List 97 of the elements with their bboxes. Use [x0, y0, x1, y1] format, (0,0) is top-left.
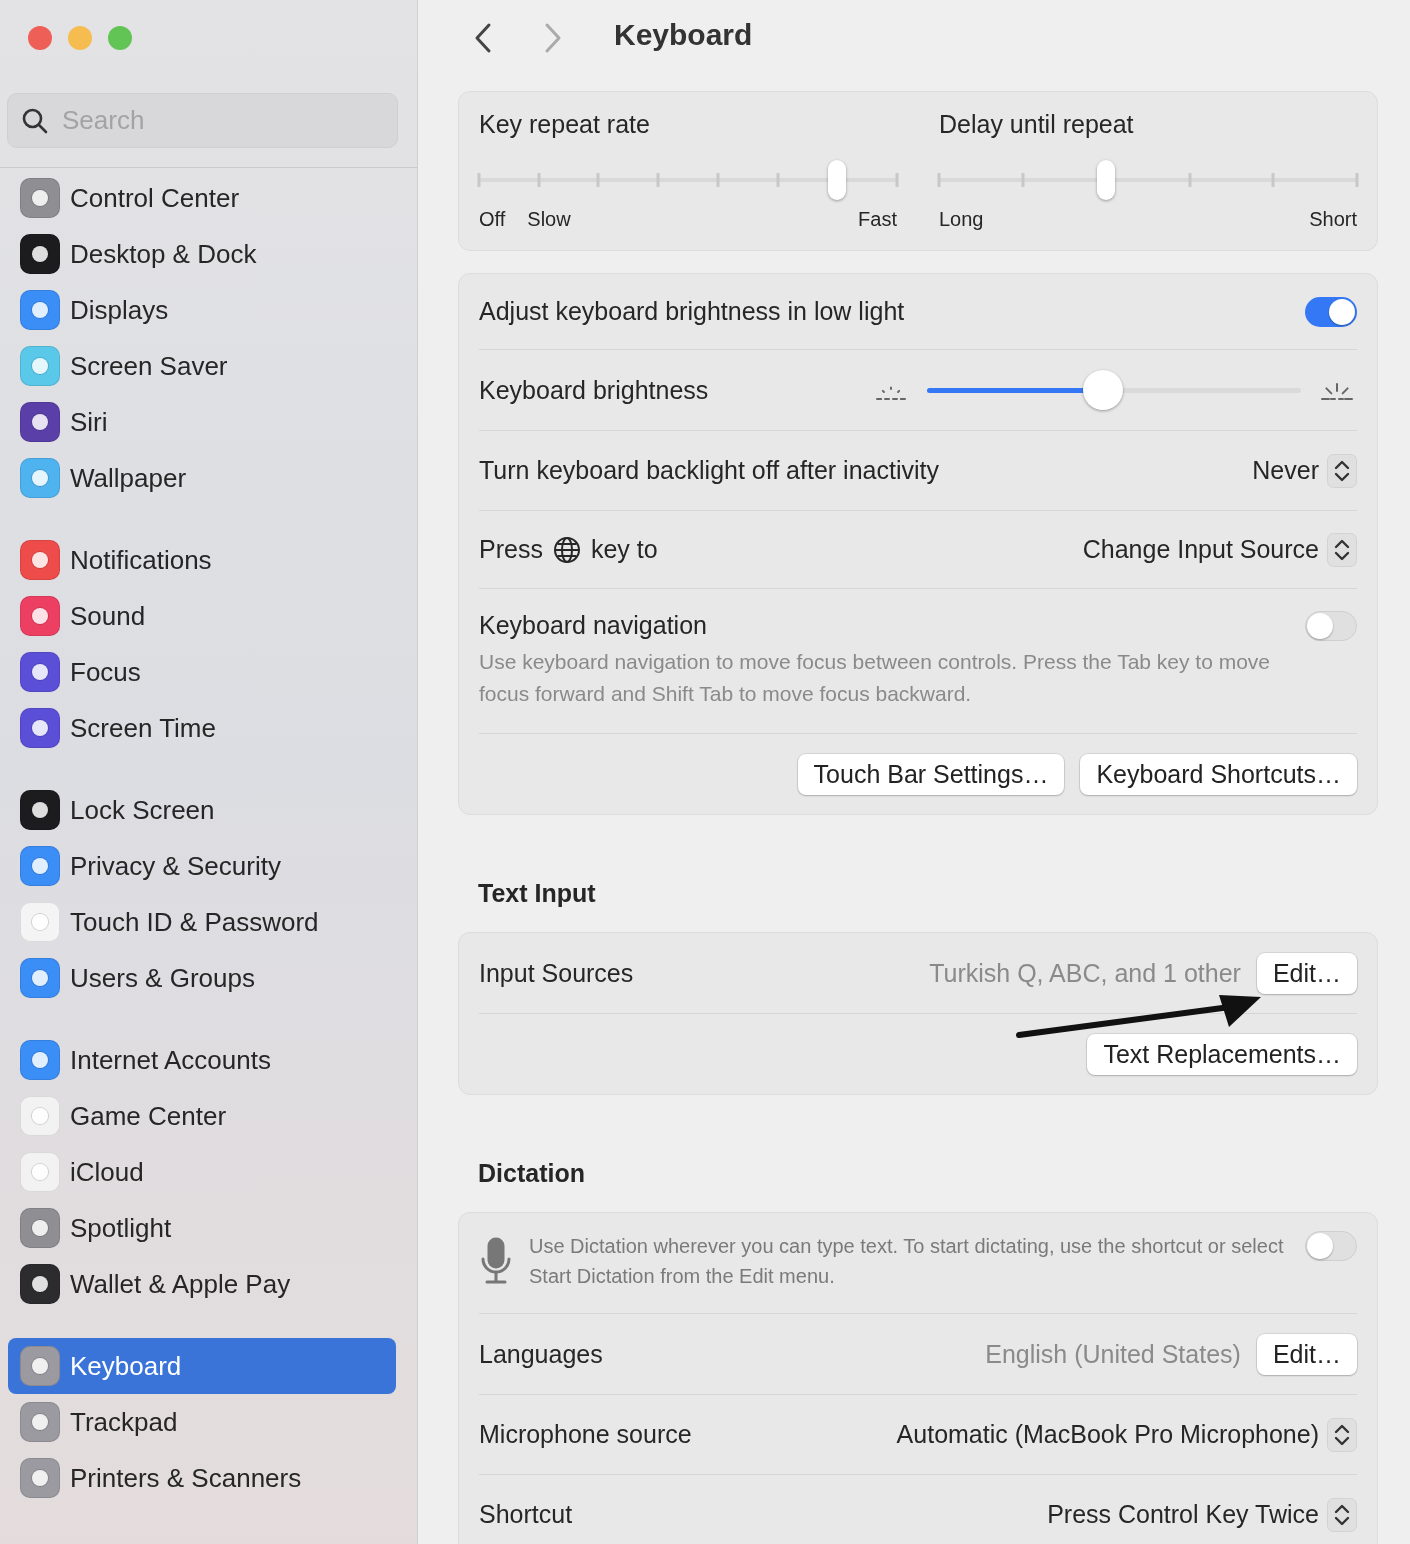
sidebar-item[interactable]: Printers & Scanners	[8, 1450, 396, 1506]
sidebar-label: Lock Screen	[70, 794, 215, 826]
sidebar-item[interactable]: Control Center	[8, 170, 396, 226]
sidebar-label: Users & Groups	[70, 962, 255, 994]
sidebar-label: Screen Saver	[70, 350, 228, 382]
action-button[interactable]: Touch Bar Settings…	[797, 753, 1065, 795]
tick-label: Long	[939, 208, 984, 231]
sidebar-label: Screen Time	[70, 712, 216, 744]
sidebar-label: Game Center	[70, 1100, 227, 1132]
sidebar-item[interactable]: Focus	[8, 644, 396, 700]
sidebar-item[interactable]: Siri	[8, 394, 396, 450]
slider-label: Key repeat rate	[479, 110, 651, 140]
sidebar-label: Notifications	[70, 544, 212, 576]
stepper-icon	[1327, 1497, 1357, 1532]
toggle-switch[interactable]	[1305, 296, 1357, 327]
sidebar-label: Sound	[70, 600, 146, 632]
close-button[interactable]	[28, 26, 52, 50]
sidebar-label: Displays	[70, 294, 169, 326]
setting-label: Turn keyboard backlight off after inactivity	[479, 456, 940, 485]
sidebar-label: Spotlight	[70, 1212, 172, 1244]
sidebar-item[interactable]: Game Center	[8, 1088, 396, 1144]
window-title: Keyboard	[614, 18, 753, 52]
setting-label: Press	[479, 535, 543, 564]
sidebar-label: Desktop & Dock	[70, 238, 257, 270]
chevron-right-icon	[543, 22, 563, 54]
minimize-button[interactable]	[68, 26, 92, 50]
sidebar-label: Siri	[70, 406, 108, 438]
section-heading: Dictation	[478, 1159, 585, 1188]
action-button[interactable]: Keyboard Shortcuts…	[1080, 753, 1357, 795]
setting-label: Keyboard navigation	[479, 611, 708, 640]
slider-thumb[interactable]	[1097, 160, 1116, 200]
setting-label: Input Sources	[479, 958, 635, 988]
slider-label: Delay until repeat	[939, 110, 1135, 140]
sidebar-label: Control Center	[70, 182, 240, 214]
sidebar-item[interactable]: Touch ID & Password	[8, 894, 396, 950]
setting-value: English (United States)	[985, 1339, 1241, 1369]
setting-value: Turkish Q, ABC, and 1 other	[929, 958, 1241, 988]
sidebar-item[interactable]: Screen Time	[8, 700, 396, 756]
sidebar-item[interactable]: Users & Groups	[8, 950, 396, 1006]
microphone-icon	[479, 1237, 513, 1285]
sidebar-item[interactable]: iCloud	[8, 1144, 396, 1200]
setting-label: Languages	[479, 1339, 604, 1369]
sidebar-item[interactable]: Desktop & Dock	[8, 226, 396, 282]
sidebar-item[interactable]: Wallpaper	[8, 450, 396, 506]
edit-button[interactable]: Edit…	[1256, 952, 1357, 994]
sidebar-item[interactable]: Spotlight	[8, 1200, 396, 1256]
sidebar-item[interactable]: Screen Saver	[8, 338, 396, 394]
setting-label: Keyboard brightness	[479, 375, 710, 405]
slider-track[interactable]	[939, 160, 1357, 200]
popup-menu[interactable]: Automatic (MacBook Pro Microphone)	[896, 1417, 1357, 1452]
section-heading: Text Input	[478, 879, 596, 908]
tick-label: Off	[479, 208, 506, 231]
toggle-switch[interactable]	[1305, 1231, 1357, 1261]
setting-label: key to	[590, 535, 659, 564]
sidebar-label: Printers & Scanners	[70, 1462, 302, 1494]
sidebar-item[interactable]: Privacy & Security	[8, 838, 396, 894]
slider-track[interactable]	[479, 160, 897, 200]
setting-label: Adjust keyboard brightness in low light	[479, 297, 906, 326]
sidebar-label: Trackpad	[70, 1406, 178, 1438]
popup-menu[interactable]: Change Input Source	[1082, 532, 1357, 567]
stepper-icon	[1327, 532, 1357, 567]
setting-label: Shortcut	[479, 1500, 574, 1529]
sidebar-item[interactable]: Keyboard	[8, 1338, 396, 1394]
toggle-switch[interactable]	[1305, 611, 1357, 641]
tick-label: Slow	[527, 208, 571, 231]
popup-menu[interactable]: Never	[1252, 453, 1357, 488]
search-icon	[22, 107, 48, 134]
sidebar-label: Internet Accounts	[70, 1044, 271, 1076]
tick-label: Short	[1309, 208, 1357, 231]
sidebar-item[interactable]: Internet Accounts	[8, 1032, 396, 1088]
dictation-description: Use Dictation wherever you can type text. To start dictating, use the shortcut or select Start Dictation from the Edit menu.	[529, 1234, 1285, 1289]
setting-description: Use keyboard navigation to move focus between controls. Press the Tab key to move focus forward and Shift Tab to move focus backward.	[479, 649, 1272, 707]
sidebar-item[interactable]: Displays	[8, 282, 396, 338]
action-button[interactable]: Text Replacements…	[1087, 1033, 1357, 1075]
sidebar-label: Wallet & Apple Pay	[70, 1268, 291, 1300]
setting-label: Microphone source	[479, 1420, 693, 1449]
sidebar-item[interactable]: Wallet & Apple Pay	[8, 1256, 396, 1312]
sidebar-label: Touch ID & Password	[70, 906, 319, 938]
sidebar-item[interactable]: Notifications	[8, 532, 396, 588]
sidebar-item[interactable]: Trackpad	[8, 1394, 396, 1450]
zoom-button[interactable]	[108, 26, 132, 50]
stepper-icon	[1327, 1417, 1357, 1452]
chevron-left-icon	[473, 22, 493, 54]
slider-thumb[interactable]	[828, 160, 847, 200]
sidebar-label: Wallpaper	[70, 462, 187, 494]
sidebar-item[interactable]: Lock Screen	[8, 782, 396, 838]
sidebar-label: iCloud	[70, 1156, 144, 1188]
sidebar-item[interactable]: Sound	[8, 588, 396, 644]
sidebar-label: Focus	[70, 656, 141, 688]
slider-thumb[interactable]	[1082, 370, 1123, 410]
globe-icon	[552, 535, 581, 564]
edit-button[interactable]: Edit…	[1256, 1333, 1357, 1375]
tick-label: Fast	[858, 208, 897, 231]
popup-menu[interactable]: Press Control Key Twice	[1047, 1497, 1357, 1532]
stepper-icon	[1327, 453, 1357, 488]
sidebar-label: Privacy & Security	[70, 850, 281, 882]
sidebar-label: Keyboard	[70, 1350, 182, 1382]
